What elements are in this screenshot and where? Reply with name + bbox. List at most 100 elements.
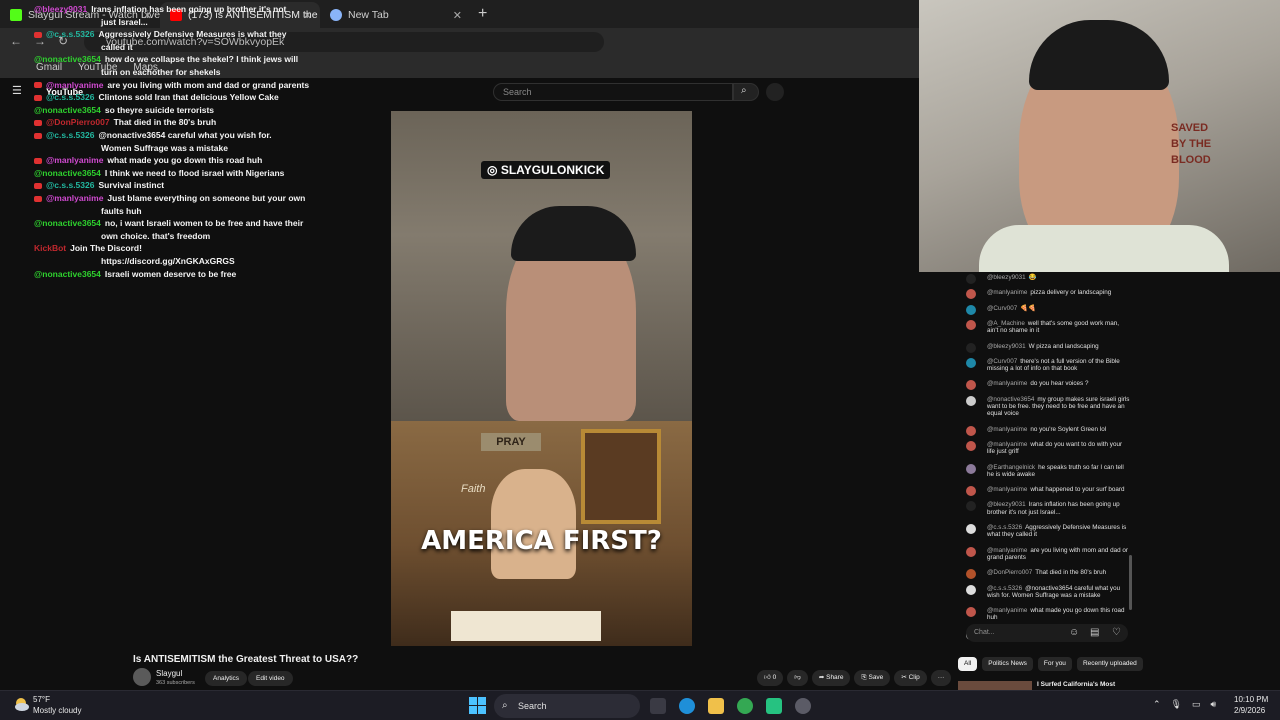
- chat-avatar[interactable]: [966, 440, 976, 451]
- poster-text: SAVED BY THE BLOOD: [1171, 122, 1212, 166]
- more-actions-button[interactable]: ···: [930, 670, 952, 686]
- live-chat-scrollbar[interactable]: [1129, 555, 1132, 610]
- clip-button[interactable]: ✂ Clip: [894, 670, 927, 686]
- overlay-chat-message: I think we need to flood israel with Nig…: [104, 167, 285, 178]
- clock-time[interactable]: 10:10 PM: [1234, 695, 1268, 704]
- microphone-tray-icon[interactable]: 🎙︎: [1171, 699, 1182, 710]
- youtube-badge-icon: [34, 31, 42, 38]
- close-tab-icon[interactable]: ✕: [453, 9, 462, 22]
- analytics-button[interactable]: Analytics: [205, 671, 248, 686]
- chat-text: @Curv007 🍕🍕: [987, 305, 1130, 312]
- network-icon[interactable]: ▭: [1192, 699, 1201, 710]
- pray-sign: PRAY: [481, 433, 541, 451]
- chat-avatar[interactable]: [966, 289, 976, 300]
- video-player[interactable]: ◎ SLAYGULONKICK PRAY Faith AMERICA FIRST…: [391, 111, 692, 646]
- save-button[interactable]: ⎘ Save: [854, 670, 891, 686]
- chat-username[interactable]: @bleezy9031: [987, 501, 1026, 508]
- live-chat-message: @Curv007 🍕🍕: [966, 304, 1130, 315]
- chat-username[interactable]: @manlyanime: [987, 547, 1027, 554]
- recommended-video-title[interactable]: I Surfed California's Most: [1037, 681, 1115, 688]
- chat-avatar[interactable]: [966, 319, 976, 330]
- chat-avatar[interactable]: [966, 395, 976, 406]
- chat-avatar[interactable]: [966, 607, 976, 618]
- overlay-chat-message: That died in the 80's bruh: [113, 117, 217, 128]
- overlay-chat-line: faults huh: [101, 205, 142, 218]
- share-button[interactable]: ➦ Share: [811, 670, 851, 686]
- taskbar-search[interactable]: ⌕ Search: [494, 694, 640, 718]
- share-icon: ➦: [818, 674, 825, 681]
- chat-username[interactable]: @manlyanime: [987, 426, 1027, 433]
- chip-all[interactable]: All: [958, 657, 978, 671]
- live-chat-message: @bleezy9031 😂: [966, 274, 1130, 284]
- weather-cloud-icon[interactable]: [12, 695, 30, 713]
- chat-avatar[interactable]: [966, 274, 976, 284]
- heart-icon[interactable]: ♡: [1112, 627, 1121, 638]
- windows-start-icon[interactable]: [469, 697, 486, 714]
- chat-message-text: no you're Soylent Green lol: [1030, 425, 1107, 433]
- edge-browser-icon[interactable]: [679, 698, 695, 714]
- chat-message-text: 🍕🍕: [1020, 304, 1036, 312]
- chat-username[interactable]: @manlyanime: [987, 607, 1027, 614]
- search-button[interactable]: ⌕: [733, 83, 759, 101]
- task-view-icon[interactable]: [650, 698, 666, 714]
- chat-username[interactable]: @manlyanime: [987, 486, 1027, 493]
- edit-video-button[interactable]: Edit video: [248, 671, 293, 686]
- chat-avatar[interactable]: [966, 425, 976, 436]
- emoji-icon[interactable]: ☺: [1069, 627, 1079, 638]
- chat-avatar[interactable]: [966, 463, 976, 474]
- weather-description[interactable]: Mostly cloudy: [33, 706, 81, 715]
- chevron-up-icon[interactable]: ⌃: [1153, 699, 1161, 710]
- channel-name[interactable]: Slaygul: [156, 669, 182, 678]
- overlay-chat-line: @DonPierro007 That died in the 80's bruh: [34, 116, 216, 129]
- like-button[interactable]: 👍︎ 0: [757, 670, 784, 686]
- chat-avatar[interactable]: [966, 524, 976, 534]
- chat-input[interactable]: Chat...: [966, 624, 1128, 642]
- chat-username[interactable]: @c.s.s.5326: [987, 585, 1022, 592]
- chat-username[interactable]: @bleezy9031: [987, 274, 1026, 281]
- chrome-browser-icon[interactable]: [737, 698, 753, 714]
- chat-username[interactable]: @DonPierro007: [987, 569, 1032, 576]
- overlay-chat-line: KickBot Join The Discord!: [34, 242, 142, 255]
- chip-recently-uploaded[interactable]: Recently uploaded: [1076, 657, 1143, 671]
- chat-username[interactable]: @manlyanime: [987, 441, 1027, 448]
- chat-username[interactable]: @manlyanime: [987, 380, 1027, 387]
- thumbs-down-icon: 👎︎: [794, 674, 801, 681]
- overlay-chat-username: @manlyanime: [46, 193, 104, 203]
- chat-avatar[interactable]: [966, 342, 976, 353]
- channel-avatar[interactable]: [133, 668, 151, 686]
- app-icon[interactable]: [766, 698, 782, 714]
- chat-text: @manlyanime pizza delivery or landscaping: [987, 289, 1130, 296]
- chip-for-you[interactable]: For you: [1037, 657, 1072, 671]
- search-input[interactable]: Search: [493, 83, 733, 101]
- overlay-chat-line: just Israel...: [101, 16, 148, 29]
- chat-avatar[interactable]: [966, 546, 976, 557]
- chat-username[interactable]: @A_Machine: [987, 320, 1025, 327]
- chat-username[interactable]: @Earthangelnick: [987, 464, 1035, 471]
- chat-username[interactable]: @bleezy9031: [987, 343, 1026, 350]
- chat-avatar[interactable]: [966, 380, 976, 391]
- chat-username[interactable]: @nonactive3654: [987, 396, 1034, 403]
- chat-avatar[interactable]: [966, 486, 976, 497]
- weather-temperature[interactable]: 57°F: [33, 695, 50, 704]
- chat-username[interactable]: @Curv007: [987, 358, 1017, 365]
- volume-icon[interactable]: 🔊︎: [1211, 699, 1217, 710]
- clock-date[interactable]: 2/9/2026: [1234, 706, 1265, 715]
- media-player-icon[interactable]: [795, 698, 811, 714]
- chat-username[interactable]: @c.s.s.5326: [987, 524, 1022, 531]
- file-explorer-icon[interactable]: [708, 698, 724, 714]
- chat-avatar[interactable]: [966, 304, 976, 315]
- gift-icon[interactable]: ▤: [1090, 627, 1099, 638]
- chat-avatar[interactable]: [966, 584, 976, 595]
- dislike-button[interactable]: 👎︎: [787, 670, 808, 686]
- microphone-icon[interactable]: [766, 83, 784, 101]
- chat-avatar[interactable]: [966, 357, 976, 368]
- chat-username[interactable]: @Curv007: [987, 305, 1017, 312]
- tab-new-tab[interactable]: New Tab ✕: [320, 2, 470, 28]
- chat-username[interactable]: @manlyanime: [987, 289, 1027, 296]
- close-tab-icon[interactable]: ✕: [303, 9, 312, 22]
- new-tab-plus-icon[interactable]: +: [478, 5, 487, 23]
- overlay-chat-message: called it: [101, 41, 133, 52]
- chat-avatar[interactable]: [966, 569, 976, 580]
- chat-avatar[interactable]: [966, 501, 976, 512]
- chip-politics-news[interactable]: Politics News: [982, 657, 1033, 671]
